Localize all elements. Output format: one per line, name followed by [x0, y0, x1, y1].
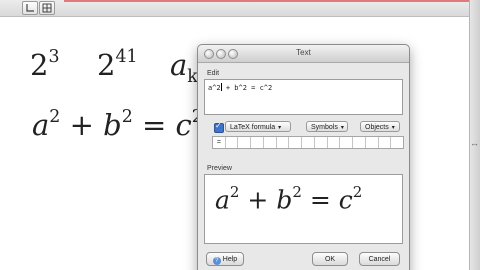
symbol-cell[interactable]: [340, 137, 354, 148]
ok-button[interactable]: OK: [312, 252, 348, 266]
symbol-cell[interactable]: [289, 137, 303, 148]
symbol-cell[interactable]: =: [213, 137, 226, 148]
symbol-cell[interactable]: [264, 137, 277, 148]
chevron-down-icon: ▾: [278, 125, 282, 131]
checkmark-icon: ✓: [215, 121, 222, 130]
preview-c: c: [338, 185, 353, 215]
grid-tool-icon[interactable]: [39, 1, 55, 15]
dialog-titlebar[interactable]: Text: [198, 45, 409, 63]
preview-label: Preview: [207, 165, 232, 172]
preview-exponent: 2: [292, 183, 302, 201]
preview-b: b: [276, 185, 293, 215]
scroll-arrow-icon[interactable]: ↔: [470, 138, 479, 148]
symbol-cell[interactable]: [277, 137, 290, 148]
axes-tool-icon[interactable]: [22, 1, 38, 15]
formula-a: a: [32, 108, 50, 142]
symbol-cell[interactable]: [366, 137, 379, 148]
symbol-palette: =: [212, 136, 404, 149]
help-icon: ?: [212, 257, 221, 265]
formula-b: b: [103, 108, 122, 142]
symbol-cell[interactable]: [328, 137, 341, 148]
formula-exponent: 3: [48, 47, 60, 68]
preview-plus: +: [247, 185, 269, 215]
chevron-down-icon: ▾: [340, 125, 344, 131]
formula-base: 2: [97, 48, 116, 82]
symbol-cell[interactable]: [238, 137, 252, 148]
objects-label: Objects: [365, 124, 389, 131]
symbol-cell[interactable]: [379, 137, 392, 148]
text-dialog: Text Edit a^2 + b^2 = c^2 ✓ LaTeX formul…: [197, 44, 410, 270]
toolbar: [0, 0, 480, 17]
symbols-label: Symbols: [311, 124, 338, 131]
symbol-cell[interactable]: [353, 137, 366, 148]
edit-text: a^2 + b^2 = c^2: [208, 83, 272, 92]
formula-exponent: 2: [49, 107, 61, 128]
formula-2-cubed[interactable]: 23: [30, 47, 60, 82]
cancel-button[interactable]: Cancel: [359, 252, 400, 266]
preview-area: a2 + b2 = c2: [204, 174, 403, 244]
symbols-popup[interactable]: Symbols ▾: [306, 121, 348, 132]
latex-checkbox[interactable]: ✓: [214, 121, 224, 133]
window-accent-line: [64, 0, 469, 2]
formula-pythagorean[interactable]: a2 + b2 = c2: [32, 107, 203, 142]
formula-plus: +: [69, 108, 94, 142]
preview-formula: a2 + b2 = c2: [215, 183, 363, 215]
preview-exponent: 2: [352, 183, 363, 201]
chevron-down-icon: ▾: [391, 125, 395, 131]
latex-edit-field[interactable]: a^2 + b^2 = c^2: [204, 79, 403, 115]
preview-equals: =: [309, 185, 331, 215]
edit-text-before: a^2: [208, 84, 221, 92]
formula-exponent: 2: [121, 107, 133, 128]
formula-a-sub-k[interactable]: ak: [170, 48, 198, 87]
symbol-cell[interactable]: [302, 137, 315, 148]
ok-label: OK: [324, 256, 336, 263]
dialog-title: Text: [296, 48, 311, 57]
formula-c: c: [175, 108, 192, 142]
formula-equals: =: [142, 108, 167, 142]
help-label: Help: [222, 256, 238, 263]
symbol-cell[interactable]: [315, 137, 328, 148]
edit-label: Edit: [207, 70, 220, 77]
help-button[interactable]: ? Help: [206, 252, 244, 266]
edit-text-after: + b^2 = c^2: [221, 84, 273, 92]
preview-a: a: [215, 185, 230, 215]
latex-formula-label: LaTeX formula: [230, 124, 276, 131]
right-window-edge: ↔: [469, 0, 480, 270]
symbol-cell[interactable]: [391, 137, 403, 148]
formula-base: a: [170, 48, 188, 82]
formula-base: 2: [30, 48, 49, 82]
symbol-cell[interactable]: [251, 137, 264, 148]
symbol-cell[interactable]: [226, 137, 239, 148]
latex-formula-popup[interactable]: LaTeX formula ▾: [225, 121, 291, 132]
formula-exponent: 41: [115, 47, 138, 68]
cancel-label: Cancel: [368, 256, 391, 263]
preview-exponent: 2: [229, 183, 240, 201]
objects-popup[interactable]: Objects ▾: [360, 121, 400, 132]
formula-2-pow-41[interactable]: 241: [97, 47, 138, 82]
